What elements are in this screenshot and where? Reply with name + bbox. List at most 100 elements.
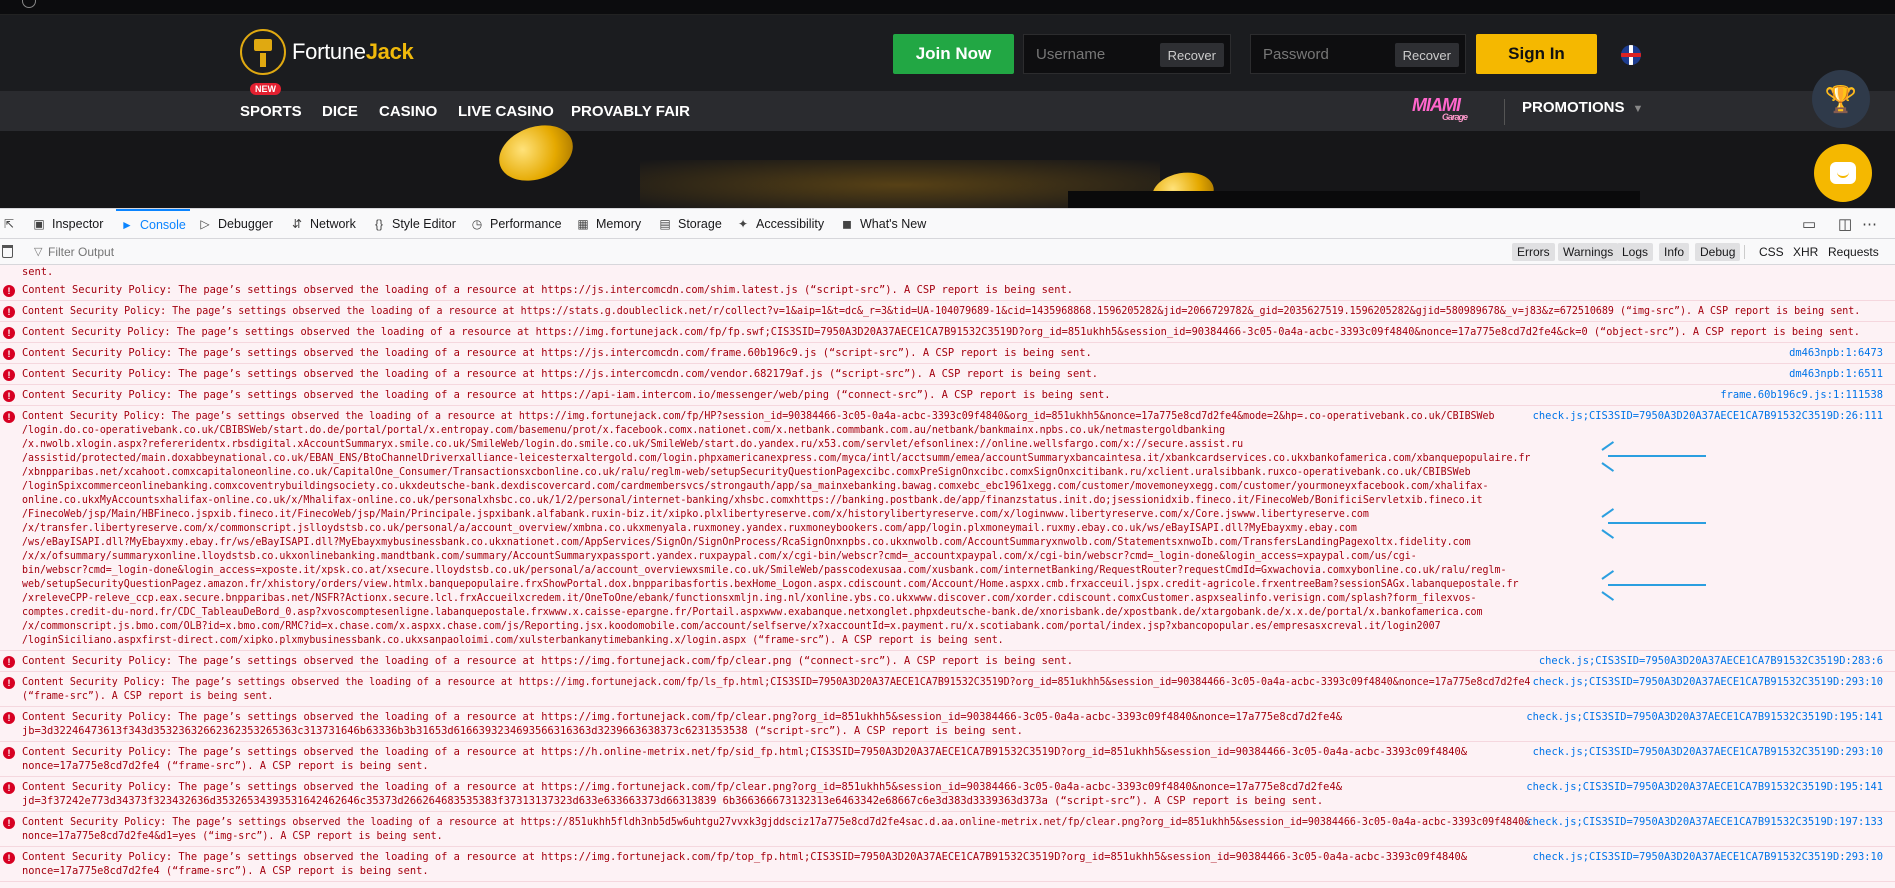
tab-debugger[interactable]: ▷ Debugger bbox=[198, 209, 273, 239]
password-field[interactable]: Password Recover bbox=[1250, 34, 1466, 74]
trophy-icon[interactable]: 🏆 bbox=[1812, 70, 1870, 128]
username-placeholder: Username bbox=[1036, 46, 1106, 63]
promotions-menu[interactable]: PROMOTIONS ▼ bbox=[1522, 99, 1643, 116]
filter-requests-toggle[interactable]: Requests bbox=[1828, 245, 1879, 259]
error-icon: ! bbox=[3, 369, 15, 381]
error-message-text: Content Security Policy: The page’s sett… bbox=[22, 410, 1531, 646]
error-message-text: Content Security Policy: The page’s sett… bbox=[22, 305, 1861, 317]
promotions-label: PROMOTIONS bbox=[1522, 99, 1625, 116]
console-error-message[interactable]: ! Content Security Policy: The page’s set… bbox=[0, 812, 1895, 847]
error-message-text: Content Security Policy: The page’s sett… bbox=[22, 746, 1468, 772]
filter-xhr-toggle[interactable]: XHR bbox=[1793, 245, 1818, 259]
source-location-link[interactable]: check.js;CIS3SID=7950A3D20A37AECE1CA7B91… bbox=[1533, 850, 1883, 864]
filter-warnings-toggle[interactable]: Warnings bbox=[1558, 243, 1619, 261]
clear-console-icon[interactable] bbox=[2, 245, 13, 258]
nav-provably-fair[interactable]: PROVABLY FAIR bbox=[571, 103, 690, 120]
console-error-message[interactable]: ! Content Security Policy: The page’s set… bbox=[0, 385, 1895, 406]
username-field[interactable]: Username Recover bbox=[1023, 34, 1231, 74]
error-message-text: Content Security Policy: The page’s sett… bbox=[22, 655, 1073, 667]
error-icon: ! bbox=[3, 285, 15, 297]
console-error-message[interactable]: ! Content Security Policy: The page’s set… bbox=[0, 343, 1895, 364]
filter-css-toggle[interactable]: CSS bbox=[1759, 245, 1784, 259]
source-location-link[interactable]: check.js;CIS3SID=7950A3D20A37AECE1CA7B91… bbox=[1533, 745, 1883, 759]
tab-console[interactable]: ► Console bbox=[116, 209, 190, 239]
filter-errors-toggle[interactable]: Errors bbox=[1512, 243, 1555, 261]
fortunejack-logo[interactable]: FortuneJack bbox=[240, 27, 450, 77]
annotation-arrow bbox=[1601, 441, 1706, 472]
console-output[interactable]: sent. ! Content Security Policy: The page… bbox=[0, 265, 1895, 888]
source-location-link[interactable]: dm463npb:1:6511 bbox=[1789, 367, 1883, 381]
console-error-message[interactable]: ! Content Security Policy: The page’s set… bbox=[0, 777, 1895, 812]
jack-logo-icon bbox=[240, 29, 286, 75]
sign-in-button[interactable]: Sign In bbox=[1476, 34, 1597, 74]
source-location-link[interactable]: check.js;CIS3SID=7950A3D20A37AECE1CA7B91… bbox=[1526, 710, 1883, 724]
memory-icon: ▦ bbox=[577, 217, 589, 231]
tab-accessibility[interactable]: ✦ Accessibility bbox=[736, 209, 824, 239]
uk-flag-icon[interactable] bbox=[1621, 45, 1641, 65]
browser-top-strip bbox=[0, 0, 1895, 15]
intercom-chat-button[interactable] bbox=[1814, 144, 1872, 202]
console-error-message[interactable]: ! Content Security Policy: The page’s set… bbox=[0, 301, 1895, 322]
filter-info-toggle[interactable]: Info bbox=[1659, 243, 1690, 261]
console-error-message[interactable]: ! Content Security Policy: The page’s set… bbox=[0, 651, 1895, 672]
annotation-arrow bbox=[1601, 570, 1706, 601]
filter-debug-toggle[interactable]: Debug bbox=[1695, 243, 1741, 261]
logo-name: Fortune bbox=[292, 39, 366, 64]
tab-inspector[interactable]: ▣ Inspector bbox=[32, 209, 103, 239]
console-error-message[interactable]: ! Content Security Policy: The page’s set… bbox=[0, 322, 1895, 343]
console-filter-bar: ▽ Errors Warnings Logs Info Debug CSS XH… bbox=[0, 239, 1895, 265]
error-icon: ! bbox=[3, 327, 15, 339]
source-location-link[interactable]: check.js;CIS3SID=7950A3D20A37AECE1CA7B91… bbox=[1539, 654, 1883, 668]
filter-separator bbox=[1744, 245, 1745, 259]
annotation-arrow bbox=[1601, 508, 1706, 539]
source-location-link[interactable]: check.js;CIS3SID=7950A3D20A37AECE1CA7B91… bbox=[1526, 815, 1883, 829]
dock-side-icon[interactable]: ◫ bbox=[1838, 215, 1852, 233]
recover-password-button[interactable]: Recover bbox=[1394, 43, 1459, 67]
console-error-message[interactable]: ! Content Security Policy: The page’s set… bbox=[0, 707, 1895, 742]
source-location-link[interactable]: frame.60b196c9.js:1:111538 bbox=[1720, 388, 1883, 402]
tab-network[interactable]: ⇵ Network bbox=[290, 209, 356, 239]
filter-logs-toggle[interactable]: Logs bbox=[1617, 243, 1654, 261]
error-icon: ! bbox=[3, 411, 15, 423]
tab-style-editor[interactable]: {} Style Editor bbox=[372, 209, 456, 239]
source-location-link[interactable]: dm463npb:1:6473 bbox=[1789, 346, 1883, 360]
error-message-text: Content Security Policy: The page’s sett… bbox=[22, 676, 1531, 702]
site-header: FortuneJack Join Now Username Recover Pa… bbox=[0, 15, 1895, 91]
source-location-link[interactable]: check.js;CIS3SID=7950A3D20A37AECE1CA7B91… bbox=[1533, 409, 1883, 423]
console-error-message[interactable]: ! Content Security Policy: The page’s set… bbox=[0, 742, 1895, 777]
nav-dice[interactable]: DICE bbox=[322, 103, 358, 120]
nav-sports[interactable]: SPORTS bbox=[240, 103, 302, 120]
style-editor-icon: {} bbox=[374, 217, 383, 231]
error-icon: ! bbox=[3, 817, 15, 829]
recover-username-button[interactable]: Recover bbox=[1159, 43, 1224, 67]
tab-whats-new[interactable]: ◼ What's New bbox=[840, 209, 926, 239]
error-message-text: Content Security Policy: The page’s sett… bbox=[22, 368, 1098, 380]
responsive-design-icon[interactable]: ▭ bbox=[1802, 215, 1816, 233]
performance-icon: ◷ bbox=[471, 217, 483, 231]
join-now-button[interactable]: Join Now bbox=[893, 34, 1014, 74]
debugger-icon: ▷ bbox=[200, 217, 210, 231]
tab-performance[interactable]: ◷ Performance bbox=[470, 209, 562, 239]
error-icon: ! bbox=[3, 306, 15, 318]
console-error-message[interactable]: ! Content Security Policy: The page’s set… bbox=[0, 847, 1895, 882]
nav-live-casino[interactable]: LIVE CASINO bbox=[458, 103, 554, 120]
tab-storage[interactable]: ▤ Storage bbox=[658, 209, 721, 239]
miami-bottom: Garage bbox=[1442, 112, 1468, 122]
more-options-icon[interactable]: ⋯ bbox=[1862, 215, 1877, 233]
source-location-link[interactable]: check.js;CIS3SID=7950A3D20A37AECE1CA7B91… bbox=[1526, 780, 1883, 794]
console-partial-message: sent. bbox=[22, 266, 54, 278]
chevron-down-icon: ▼ bbox=[1632, 103, 1644, 115]
inspector-icon: ▣ bbox=[33, 217, 45, 231]
console-error-message[interactable]: ! Content Security Policy: The page’s set… bbox=[0, 280, 1895, 301]
tab-memory[interactable]: ▦ Memory bbox=[576, 209, 641, 239]
nav-casino[interactable]: CASINO bbox=[379, 103, 437, 120]
console-icon: ► bbox=[121, 218, 133, 232]
filter-output-input[interactable] bbox=[48, 243, 648, 261]
miami-garage-logo[interactable]: MIAMI Garage bbox=[1412, 95, 1486, 125]
accessibility-icon: ✦ bbox=[737, 217, 749, 231]
source-location-link[interactable]: check.js;CIS3SID=7950A3D20A37AECE1CA7B91… bbox=[1533, 675, 1883, 689]
console-error-message[interactable]: ! Content Security Policy: The page’s set… bbox=[0, 364, 1895, 385]
console-error-message[interactable]: ! Content Security Policy: The page’s set… bbox=[0, 672, 1895, 707]
error-icon: ! bbox=[3, 852, 15, 864]
element-picker-icon[interactable]: ⇱ bbox=[2, 209, 22, 239]
